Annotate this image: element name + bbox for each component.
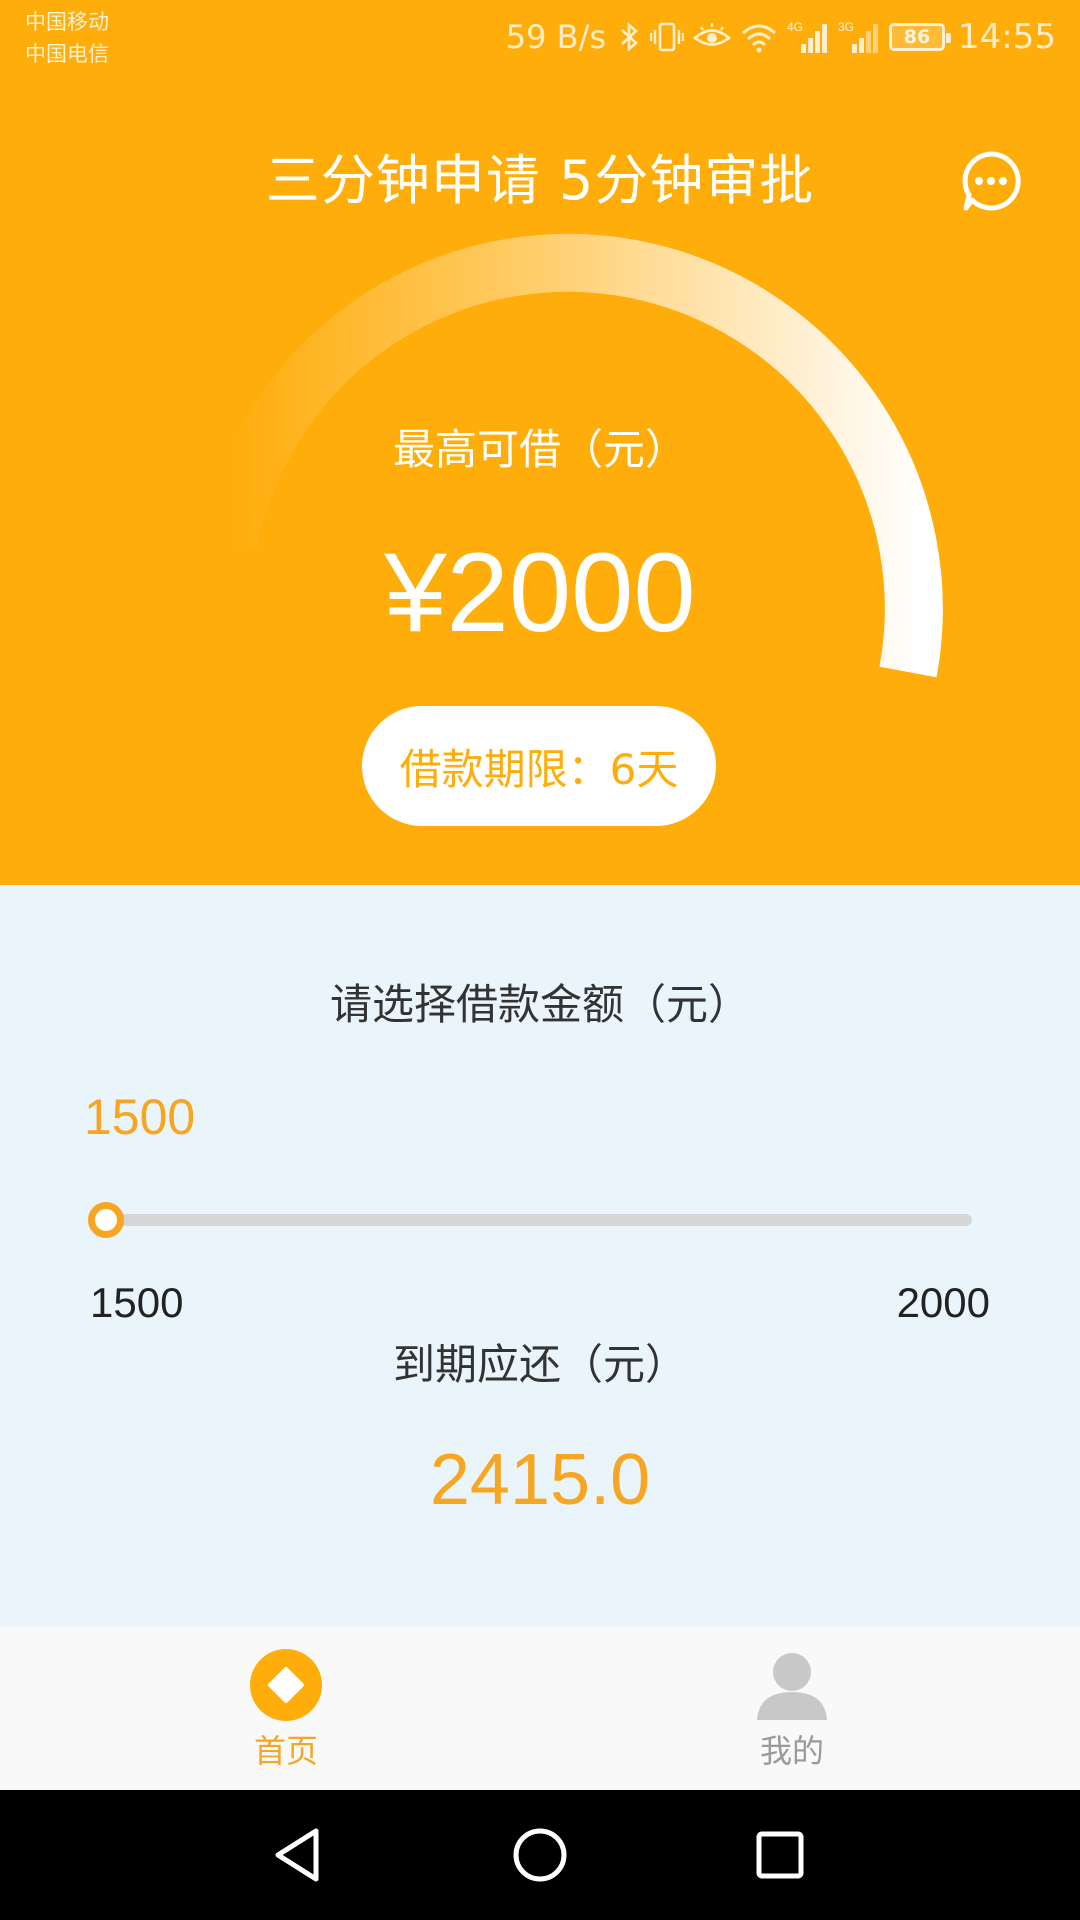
- range-max-label: 2000: [896, 1279, 990, 1326]
- home-diamond-icon: [249, 1648, 323, 1722]
- tab-home[interactable]: 首页: [136, 1626, 436, 1791]
- hero-panel: 中国移动 中国电信 59 B/s 4G 3G 86 14:55 三分钟申请 5分…: [0, 0, 1080, 885]
- due-amount-label: 到期应还（元）: [392, 1340, 687, 1389]
- due-amount-value: 2415.0: [429, 1440, 651, 1520]
- max-borrow-amount: ¥2000: [384, 530, 696, 655]
- user-icon: [755, 1648, 829, 1722]
- amount-selector: 请选择借款金额（元） 1500 1500 2000 到期应还（元） 2415.0: [0, 885, 1080, 1625]
- tab-mine-label: 我的: [759, 1732, 824, 1770]
- loan-term-label: 借款期限：6天: [399, 744, 679, 794]
- amount-slider-track[interactable]: [106, 1214, 972, 1226]
- bottom-tab-bar: 首页 我的: [0, 1625, 1080, 1790]
- tab-mine[interactable]: 我的: [642, 1626, 942, 1791]
- back-triangle-icon[interactable]: [268, 1823, 332, 1887]
- select-amount-title: 请选择借款金额（元）: [329, 980, 750, 1029]
- max-borrow-label: 最高可借（元）: [392, 425, 687, 474]
- screen: 中国移动 中国电信 59 B/s 4G 3G 86 14:55 三分钟申请 5分…: [0, 0, 1080, 1920]
- selected-amount: 1500: [84, 1089, 196, 1145]
- recent-square-icon[interactable]: [748, 1823, 812, 1887]
- loan-term-badge: 借款期限：6天: [362, 706, 716, 826]
- amount-slider-thumb[interactable]: [88, 1202, 124, 1238]
- range-min-label: 1500: [90, 1279, 184, 1326]
- tab-home-label: 首页: [253, 1732, 318, 1770]
- system-nav-bar: [0, 1790, 1080, 1920]
- home-circle-icon[interactable]: [508, 1823, 572, 1887]
